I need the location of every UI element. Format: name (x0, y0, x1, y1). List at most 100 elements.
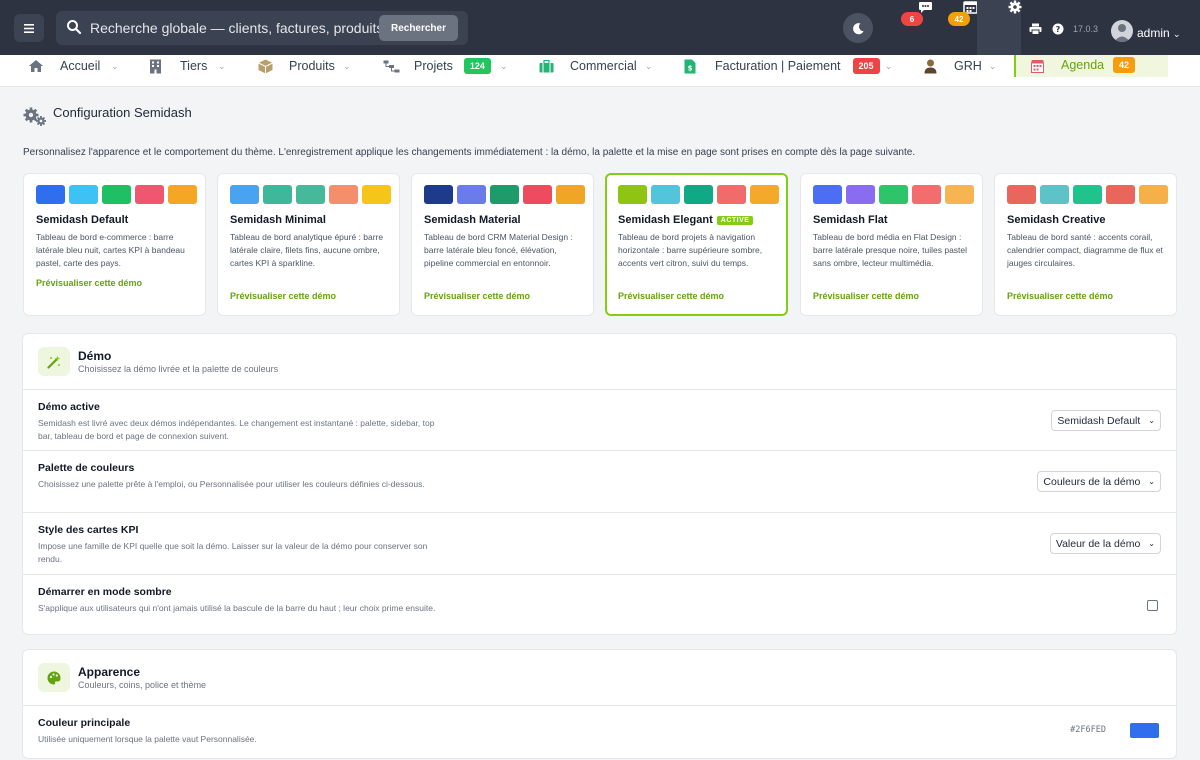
dark-mode-toggle[interactable] (843, 13, 873, 43)
swatch (846, 185, 875, 204)
chevron-down-icon: ⌄ (500, 60, 508, 71)
swatch (296, 185, 325, 204)
swatch (879, 185, 908, 204)
svg-text:$: $ (688, 64, 693, 72)
invoice-icon: $ (684, 59, 696, 73)
svg-text:?: ? (1056, 25, 1061, 34)
setting-description: Semidash est livré avec deux démos indép… (38, 418, 435, 441)
nav-item-commercial[interactable]: Commercial ⌄ (539, 55, 659, 77)
swatch (813, 185, 842, 204)
preview-demo-link[interactable]: Prévisualiser cette démo (618, 291, 724, 301)
swatch (1073, 185, 1102, 204)
setting-row-active-demo: Démo active Semidash est livré avec deux… (23, 389, 1176, 450)
chevron-down-icon: ⌄ (111, 60, 119, 71)
swatch (717, 185, 746, 204)
nav-item-agenda[interactable]: Agenda 42 (1014, 55, 1168, 77)
swatch (684, 185, 713, 204)
nav-item-produits[interactable]: Produits ⌄ (258, 55, 358, 77)
demo-name: Semidash Material (424, 214, 521, 226)
printer-icon[interactable] (1029, 23, 1042, 35)
setting-label: Démo active (38, 401, 100, 413)
nav-badge: 205 (852, 58, 880, 74)
preview-demo-link[interactable]: Prévisualiser cette démo (36, 278, 142, 288)
demo-card-flat[interactable]: Semidash Flat Tableau de bord média en F… (800, 173, 983, 316)
help-icon[interactable]: ? (1052, 23, 1064, 35)
swatch (945, 185, 974, 204)
demo-card-minimal[interactable]: Semidash Minimal Tableau de bord analyti… (217, 173, 400, 316)
swatch (490, 185, 519, 204)
demo-card-material[interactable]: Semidash Material Tableau de bord CRM Ma… (411, 173, 594, 316)
search-icon (67, 20, 82, 35)
swatch (1106, 185, 1135, 204)
panel-title: Apparence (78, 665, 141, 679)
select-value: Semidash Default (1057, 414, 1141, 427)
kpi-style-select[interactable]: Valeur de la démo ⌄ (1049, 533, 1161, 554)
nav-label: Tiers (180, 59, 208, 73)
color-swatches (424, 185, 585, 204)
chevron-down-icon: ⌄ (343, 60, 351, 71)
chat-icon[interactable] (918, 1, 933, 14)
chevron-down-icon: ⌄ (1148, 539, 1155, 548)
panel-icon (38, 347, 70, 376)
primary-color-picker[interactable] (1130, 723, 1159, 738)
demo-description: Tableau de bord média en Flat Design : b… (813, 232, 968, 268)
home-icon (29, 60, 43, 72)
color-swatches (813, 185, 974, 204)
nav-item-facturation[interactable]: $ Facturation | Paiement 205 ⌄ (684, 55, 894, 77)
search-input[interactable]: Recherche globale — clients, factures, p… (90, 20, 395, 36)
preview-demo-link[interactable]: Prévisualiser cette démo (813, 291, 919, 301)
nav-badge: 124 (463, 58, 491, 74)
demo-card-default[interactable]: Semidash Default Tableau de bord e-comme… (23, 173, 206, 316)
setting-description: Utilisée uniquement lorsque la palette v… (38, 734, 257, 744)
swatch (102, 185, 131, 204)
nav-item-accueil[interactable]: Accueil ⌄ (28, 55, 128, 77)
setting-row-palette: Palette de couleurs Choisissez une palet… (23, 450, 1176, 512)
swatch (457, 185, 486, 204)
swatch (263, 185, 292, 204)
nav-item-projets[interactable]: Projets 124 ⌄ (383, 55, 513, 77)
setting-row-dark-mode: Démarrer en mode sombre S'applique aux u… (23, 574, 1176, 635)
nav-item-tiers[interactable]: Tiers ⌄ (149, 55, 239, 77)
username: admin (1137, 26, 1170, 40)
gear-icon[interactable] (1008, 0, 1022, 14)
swatch (362, 185, 391, 204)
swatch (36, 185, 65, 204)
avatar[interactable] (1111, 20, 1133, 42)
nav-item-grh[interactable]: GRH ⌄ (924, 55, 1000, 77)
top-bar: Recherche globale — clients, factures, p… (0, 0, 1200, 55)
box-icon (258, 59, 273, 73)
swatch (618, 185, 647, 204)
setting-row-kpi-style: Style des cartes KPI Impose une famille … (23, 512, 1176, 574)
palette-select[interactable]: Couleurs de la démo ⌄ (1037, 471, 1161, 492)
demo-card-elegant[interactable]: Semidash Elegant ACTIVE Tableau de bord … (605, 173, 788, 316)
demo-description: Tableau de bord santé : accents corail, … (1007, 232, 1163, 268)
version-label: 17.0.3 (1073, 24, 1099, 34)
hamburger-menu-button[interactable] (14, 14, 44, 42)
setting-description: Choisissez une palette prête à l'emploi,… (38, 479, 425, 489)
page-intro: Personnalisez l'apparence et le comporte… (23, 147, 916, 158)
panel-title: Démo (78, 349, 112, 363)
active-demo-select[interactable]: Semidash Default ⌄ (1051, 410, 1161, 431)
setting-label: Style des cartes KPI (38, 524, 139, 536)
preview-demo-link[interactable]: Prévisualiser cette démo (1007, 291, 1113, 301)
search-button[interactable]: Rechercher (378, 15, 458, 41)
demo-name: Semidash Minimal (230, 214, 326, 226)
demo-description: Tableau de bord e-commerce : barre latér… (36, 232, 185, 268)
preview-demo-link[interactable]: Prévisualiser cette démo (230, 291, 336, 301)
select-value: Couleurs de la démo (1043, 475, 1141, 488)
chevron-down-icon: ⌄ (885, 60, 893, 71)
color-swatches (1007, 185, 1168, 204)
demo-description: Tableau de bord CRM Material Design : ba… (424, 232, 573, 268)
demo-card-creative[interactable]: Semidash Creative Tableau de bord santé … (994, 173, 1177, 316)
panel-subtitle: Choisissez la démo livrée et la palette … (78, 364, 279, 374)
nav-label: Agenda (1061, 58, 1105, 72)
preview-demo-link[interactable]: Prévisualiser cette démo (424, 291, 530, 301)
swatch (424, 185, 453, 204)
demo-name: Semidash Elegant (618, 214, 713, 226)
chevron-down-icon: ⌄ (645, 60, 653, 71)
agenda-badge: 42 (948, 12, 970, 26)
chevron-down-icon: ⌄ (1148, 477, 1155, 486)
user-menu[interactable]: admin ⌄ (1137, 26, 1181, 40)
nav-label: Accueil (60, 59, 101, 73)
dark-mode-checkbox[interactable] (1147, 600, 1158, 611)
